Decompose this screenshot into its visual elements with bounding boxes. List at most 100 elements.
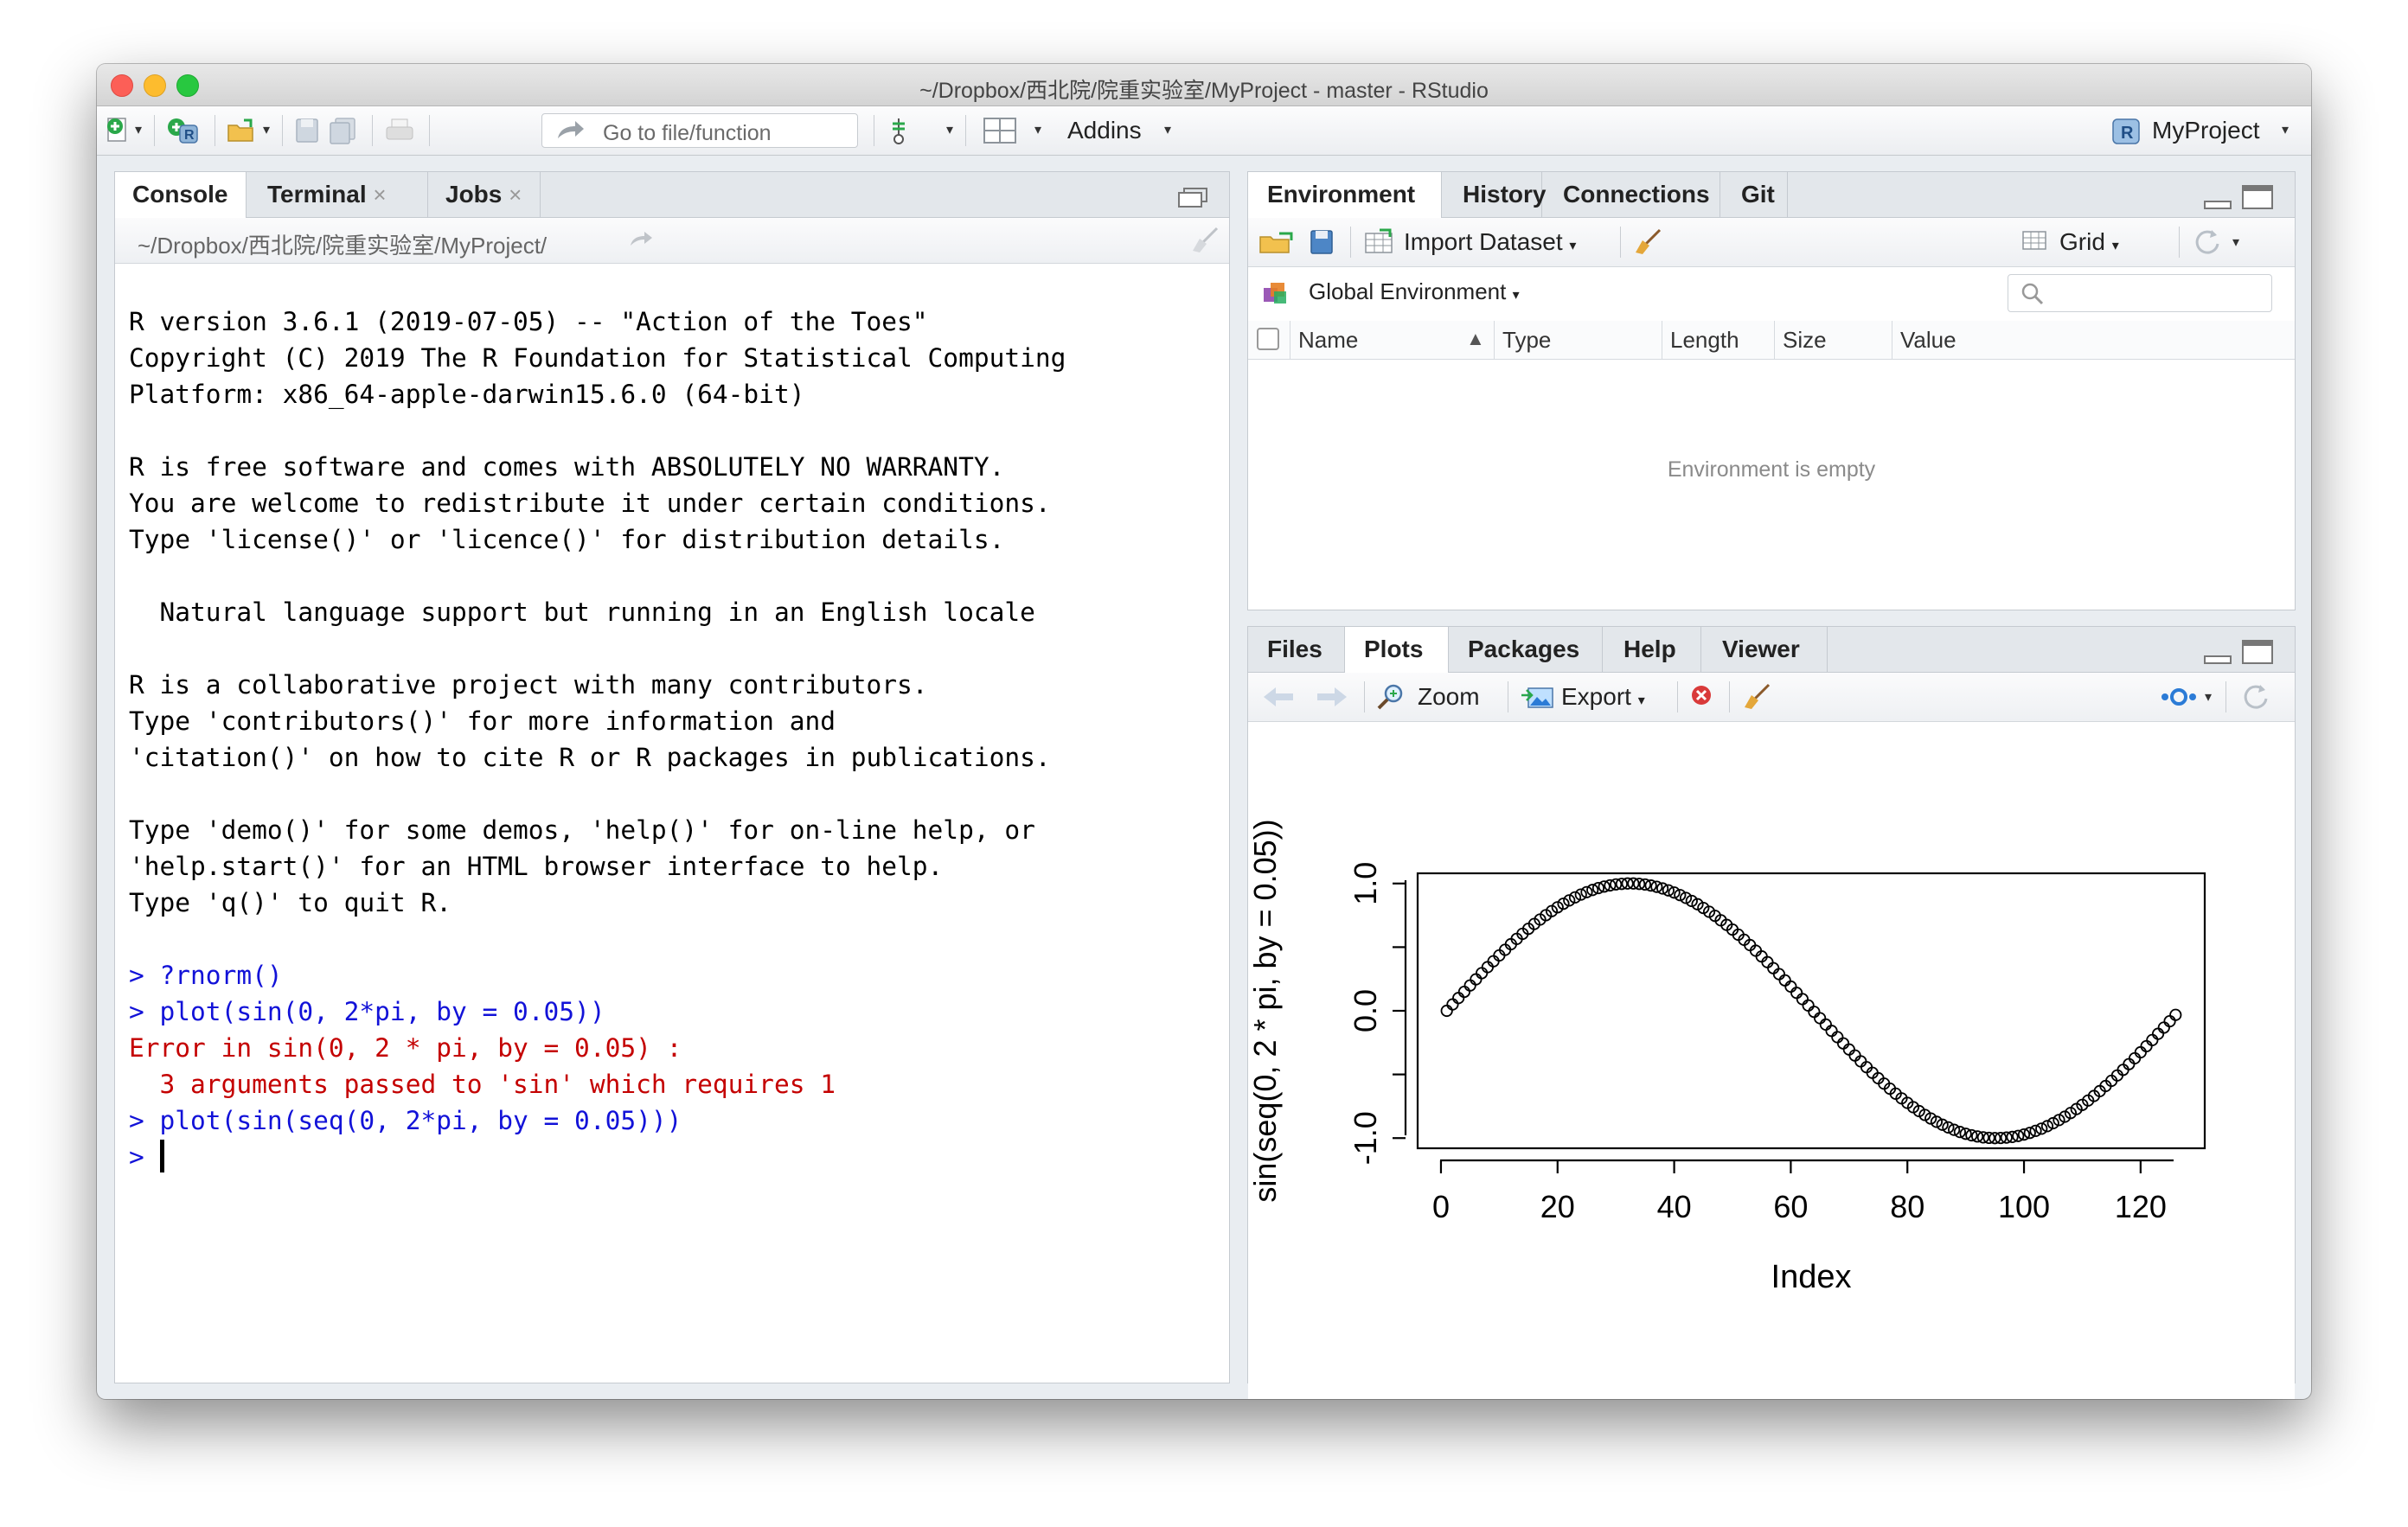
new-project-icon[interactable]: R — [166, 117, 201, 144]
print-icon[interactable] — [384, 117, 415, 144]
environment-pane: Environment History Connections Git Impo… — [1247, 171, 2296, 610]
chevron-down-icon[interactable]: ▾ — [946, 121, 953, 138]
console-line: Error in sin(0, 2 * pi, by = 0.05) : — [129, 1033, 682, 1063]
tab-history[interactable]: History — [1442, 172, 1546, 217]
chevron-down-icon[interactable]: ▾ — [1164, 121, 1171, 138]
zoom-button[interactable]: Zoom — [1418, 683, 1480, 711]
data-point — [1767, 962, 1780, 974]
previous-plot-icon[interactable] — [1262, 685, 1297, 715]
x-tick-label: 100 — [1998, 1189, 2050, 1224]
project-menu[interactable]: MyProject — [2152, 117, 2259, 144]
y-axis-label: sin(seq(0, 2 * pi, by = 0.05)) — [1248, 819, 1283, 1202]
remove-plot-icon[interactable] — [1689, 683, 1717, 717]
addins-menu[interactable]: Addins — [1067, 117, 1142, 144]
open-file-icon[interactable] — [227, 117, 258, 144]
maximize-pane-icon[interactable] — [2241, 184, 2274, 214]
console-line: R is a collaborative project with many c… — [129, 670, 928, 700]
new-file-icon[interactable] — [106, 117, 131, 144]
clear-objects-broom-icon[interactable] — [1632, 228, 1663, 262]
x-axis-label: Index — [1771, 1259, 1852, 1295]
save-workspace-icon[interactable] — [1309, 228, 1335, 262]
load-workspace-icon[interactable] — [1258, 228, 1298, 262]
import-dataset-icon[interactable] — [1362, 228, 1397, 260]
tab-viewer[interactable]: Viewer — [1701, 627, 1828, 672]
console-line: 3 arguments passed to 'sin' which requir… — [129, 1070, 836, 1099]
tab-jobs[interactable]: Jobs × — [428, 172, 541, 217]
go-to-directory-icon[interactable] — [629, 228, 655, 253]
clear-plots-broom-icon[interactable] — [1741, 683, 1772, 717]
console-output[interactable]: R version 3.6.1 (2019-07-05) -- "Action … — [129, 303, 1219, 1175]
data-point — [2129, 1051, 2142, 1065]
tab-packages[interactable]: Packages — [1449, 627, 1603, 672]
data-point — [1836, 1037, 1850, 1050]
next-plot-icon[interactable] — [1314, 685, 1348, 715]
save-icon[interactable] — [294, 117, 320, 144]
git-vcs-icon[interactable] — [886, 117, 912, 144]
goto-file-function-input[interactable]: Go to file/function — [541, 113, 858, 148]
tab-help[interactable]: Help — [1603, 627, 1701, 672]
text-cursor — [159, 1140, 164, 1172]
console-line: You are welcome to redistribute it under… — [129, 489, 1051, 518]
minimize-pane-icon[interactable] — [2203, 189, 2232, 214]
environment-scope-menu[interactable]: Global Environment ▾ — [1309, 278, 1520, 305]
publish-icon[interactable] — [2160, 683, 2198, 717]
tab-environment[interactable]: Environment — [1248, 172, 1442, 218]
restore-pane-icon[interactable] — [1177, 186, 1208, 213]
column-size[interactable]: Size — [1783, 327, 1827, 354]
chevron-down-icon[interactable]: ▾ — [2282, 121, 2289, 138]
data-point — [1440, 1004, 1453, 1018]
data-point — [1452, 992, 1465, 1005]
tab-terminal[interactable]: Terminal × — [247, 172, 428, 217]
clear-console-broom-icon[interactable] — [1189, 227, 1220, 259]
column-length[interactable]: Length — [1670, 327, 1739, 354]
y-tick-label: 0.0 — [1348, 989, 1383, 1032]
refresh-icon[interactable] — [2239, 683, 2274, 717]
close-tab-icon[interactable]: × — [373, 182, 386, 208]
environment-scope-bar: Global Environment ▾ — [1248, 267, 2295, 319]
data-point — [1802, 999, 1815, 1012]
plots-pane: Files Plots Packages Help Viewer Zoom Ex… — [1247, 626, 2296, 1399]
pane-layout-icon[interactable] — [983, 117, 1017, 144]
environment-search-input[interactable] — [2008, 274, 2272, 312]
export-menu[interactable]: Export ▾ — [1561, 683, 1645, 711]
view-mode-menu[interactable]: Grid ▾ — [2059, 228, 2119, 256]
data-point — [2146, 1033, 2159, 1046]
environment-empty-message: Environment is empty — [1667, 457, 1876, 482]
export-image-icon[interactable] — [1520, 683, 1554, 715]
select-all-checkbox[interactable] — [1257, 328, 1279, 350]
data-point — [1814, 1012, 1827, 1025]
data-point — [1848, 1049, 1861, 1062]
chevron-down-icon[interactable]: ▾ — [135, 121, 142, 138]
refresh-icon[interactable] — [2191, 228, 2225, 262]
console-prompt[interactable]: > — [129, 1139, 1219, 1175]
tab-connections[interactable]: Connections — [1542, 172, 1720, 217]
import-dataset-button[interactable]: Import Dataset ▾ — [1404, 228, 1576, 256]
tab-git[interactable]: Git — [1720, 172, 1788, 217]
environment-tabstrip: Environment History Connections Git — [1248, 172, 2295, 218]
zoom-magnifier-icon[interactable] — [1376, 683, 1407, 717]
column-value[interactable]: Value — [1900, 327, 1956, 354]
save-all-icon[interactable] — [329, 117, 358, 144]
column-type[interactable]: Type — [1502, 327, 1551, 354]
tab-console[interactable]: Console — [115, 172, 247, 218]
column-name[interactable]: Name — [1298, 327, 1358, 354]
data-point — [1854, 1055, 1867, 1068]
chevron-down-icon[interactable]: ▾ — [2205, 688, 2212, 706]
tab-files[interactable]: Files — [1248, 627, 1345, 672]
close-tab-icon[interactable]: × — [509, 182, 522, 208]
chevron-down-icon[interactable]: ▾ — [263, 121, 270, 138]
chevron-down-icon[interactable]: ▾ — [1034, 121, 1041, 138]
tab-plots[interactable]: Plots — [1345, 627, 1449, 673]
sine-scatter-plot: 0 20 40 60 80 100 120 -1.0 0.0 1.0 Index sin(seq… — [1247, 819, 2206, 1295]
data-point — [1470, 973, 1483, 986]
working-directory-path[interactable]: ~/Dropbox/西北院/院重实验室/MyProject/ — [138, 228, 547, 260]
console-tabstrip: Console Terminal × Jobs × — [115, 172, 1229, 218]
sort-ascending-icon[interactable]: ▲ — [1466, 328, 1485, 350]
maximize-pane-icon[interactable] — [2241, 639, 2274, 669]
console-line: Type 'license()' or 'licence()' for dist… — [129, 525, 1005, 554]
chevron-down-icon[interactable]: ▾ — [2232, 233, 2239, 251]
minimize-pane-icon[interactable] — [2203, 644, 2232, 669]
